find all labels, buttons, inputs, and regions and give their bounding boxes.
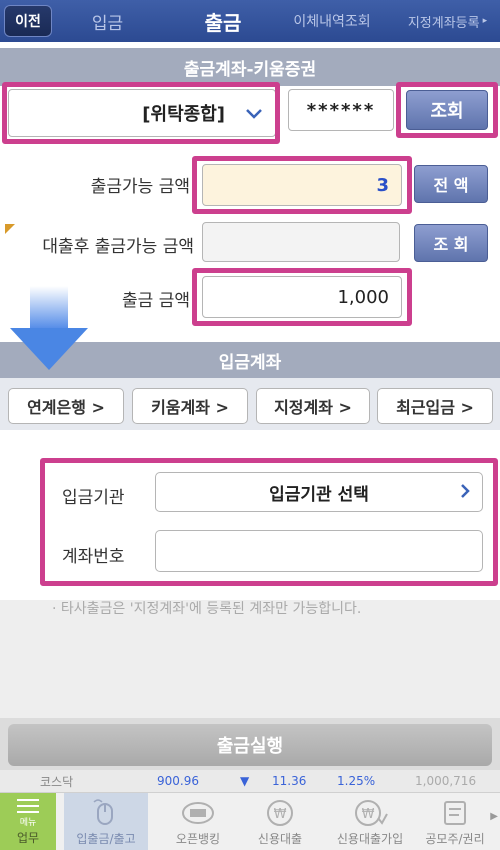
nav-open-banking-label: 오픈뱅킹: [175, 832, 221, 846]
chevron-down-icon: [245, 101, 275, 125]
institution-label: 입금기관: [62, 488, 125, 508]
tab-register-label: 지정계좌등록: [407, 15, 480, 31]
tab-recent-deposit[interactable]: 최근입금 >: [377, 388, 493, 424]
nav-credit-loan-signup[interactable]: ₩ 신용대출가입: [324, 793, 416, 850]
back-button[interactable]: 이전: [4, 5, 52, 37]
tab-designated-account[interactable]: 지정계좌 >: [256, 388, 370, 424]
menu-icon: [17, 798, 39, 813]
svg-text:₩: ₩: [274, 807, 287, 822]
account-number-label: 계좌번호: [62, 547, 125, 567]
tab-deposit[interactable]: 입금: [70, 0, 145, 42]
withdraw-amount-input[interactable]: 1,000: [202, 276, 402, 318]
won-check-icon: ₩: [355, 800, 388, 826]
tab-linked-bank[interactable]: 연계은행 >: [8, 388, 124, 424]
ticker-name: 코스닥: [40, 774, 74, 789]
institution-select-value: 입금기관 선택: [269, 484, 369, 505]
down-arrow-icon: [30, 286, 68, 330]
tab-register-account[interactable]: 지정계좌등록 ▸: [395, 0, 500, 42]
nav-credit-loan-signup-label: 신용대출가입: [336, 832, 404, 846]
bottom-nav: 메뉴 업무 입출금/출고 오픈뱅킹 ₩ 신용대출 ₩ 신용대출가입 공모주/권리…: [0, 792, 500, 850]
after-loan-field: [202, 222, 400, 262]
nav-ipo-rights-label: 공모주/권리: [425, 832, 485, 846]
account-number-input[interactable]: [155, 530, 483, 572]
top-nav: 이전 입금 출금 이체내역조회 지정계좌등록 ▸: [0, 0, 500, 42]
nav-deposit-withdraw[interactable]: 입출금/출고: [64, 793, 148, 850]
notice-text: · 타사출금은 '지정계좌'에 등록된 계좌만 가능합니다.: [52, 601, 362, 617]
more-arrow-icon: ▸: [482, 16, 488, 26]
tab-transfer-history[interactable]: 이체내역조회: [282, 0, 382, 42]
withdraw-account-header: 출금계좌-키움증권: [0, 48, 500, 86]
menu-button[interactable]: 메뉴 업무: [0, 793, 56, 850]
chevron-right-icon: [460, 483, 470, 504]
won-coin-icon: ₩: [267, 800, 293, 826]
ticker-volume: 1,000,716: [415, 774, 477, 788]
ticker-index: 900.96: [157, 774, 199, 788]
account-type-value: [위탁종합]: [142, 104, 225, 125]
svg-text:₩: ₩: [362, 807, 375, 822]
execute-withdraw-button[interactable]: 출금실행: [8, 724, 492, 766]
menu-sub-label: 메뉴: [19, 817, 37, 828]
open-banking-icon: [182, 802, 214, 824]
nav-more-icon[interactable]: ▶: [490, 811, 498, 822]
ticker-change: 11.36: [272, 774, 307, 788]
institution-select[interactable]: 입금기관 선택: [155, 472, 483, 512]
mouse-icon: [93, 799, 113, 825]
all-amount-button[interactable]: 전 액: [414, 165, 488, 203]
tab-kiwoom-account[interactable]: 키움계좌 >: [132, 388, 248, 424]
inquiry-button[interactable]: 조회: [406, 90, 488, 130]
menu-main-label: 업무: [16, 830, 40, 845]
tab-withdraw[interactable]: 출금: [178, 0, 268, 42]
available-amount-field: 3: [202, 164, 402, 206]
account-type-select[interactable]: [위탁종합]: [8, 89, 276, 137]
available-amount-label: 출금가능 금액: [90, 177, 190, 197]
nav-open-banking[interactable]: 오픈뱅킹: [158, 793, 238, 850]
after-loan-label: 대출후 출금가능 금액: [42, 237, 194, 257]
password-field[interactable]: ******: [288, 89, 394, 131]
after-loan-inquiry-button[interactable]: 조 회: [414, 224, 488, 262]
document-icon: [444, 801, 466, 825]
withdraw-amount-label: 출금 금액: [122, 291, 190, 311]
nav-deposit-withdraw-label: 입출금/출고: [76, 832, 136, 846]
content-footer-area: [0, 600, 500, 722]
nav-credit-loan[interactable]: ₩ 신용대출: [242, 793, 318, 850]
nav-credit-loan-label: 신용대출: [257, 832, 303, 846]
nav-ipo-rights[interactable]: 공모주/권리: [418, 793, 492, 850]
ticker-down-icon: ▼: [240, 774, 250, 788]
market-ticker: 코스닥 900.96 ▼ 11.36 1.25% 1,000,716: [0, 770, 500, 792]
ticker-percent: 1.25%: [337, 774, 376, 788]
down-arrow-head-icon: [10, 328, 88, 370]
